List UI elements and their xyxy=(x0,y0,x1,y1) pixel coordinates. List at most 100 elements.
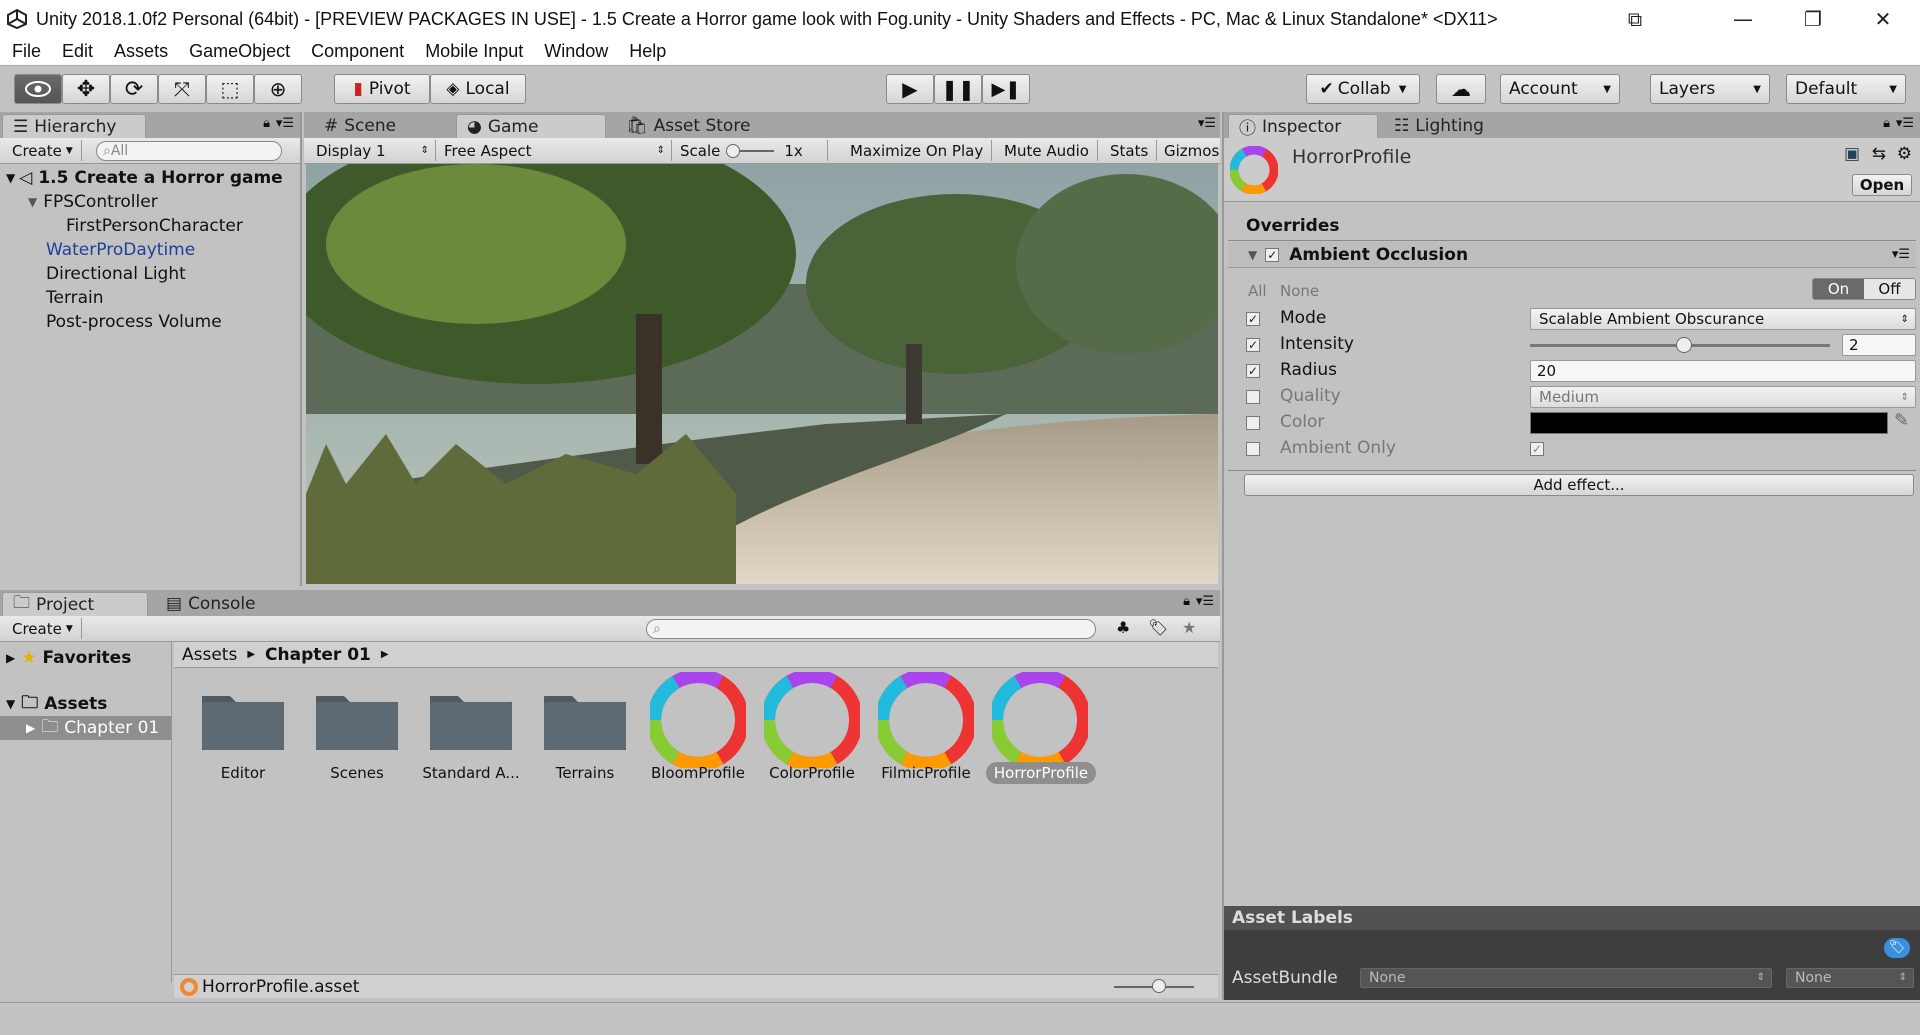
postprocess-profile-icon[interactable] xyxy=(764,672,860,768)
panel-menu-icon[interactable]: ▾☰ xyxy=(276,116,294,131)
stats-toggle[interactable]: Stats xyxy=(1102,140,1158,161)
list-item[interactable]: WaterProDaytime xyxy=(0,238,300,262)
project-create-dropdown[interactable]: Create ▼ xyxy=(4,618,82,639)
assetbundle-dropdown[interactable]: None ⇕ xyxy=(1360,968,1772,988)
ambient-only-checkbox[interactable]: ✓ xyxy=(1530,442,1544,456)
expand-arrow-icon[interactable]: ▼ xyxy=(28,195,37,209)
tag-icon[interactable]: 🏷︎ xyxy=(1884,938,1910,958)
mode-override-checkbox[interactable]: ✓ xyxy=(1246,312,1260,326)
list-item[interactable]: ▼ FPSController xyxy=(0,190,300,214)
scale-slider[interactable]: Scale 1x xyxy=(672,140,828,161)
panel-menu-icon[interactable]: ▾☰ xyxy=(1198,116,1216,131)
expand-arrow-icon[interactable]: ▼ xyxy=(1248,248,1257,262)
maximize-on-play-toggle[interactable]: Maximize On Play xyxy=(842,140,993,161)
effect-header[interactable]: ▼ ✓ Ambient Occlusion ▾☰ xyxy=(1228,242,1916,268)
folder-icon[interactable] xyxy=(542,688,628,752)
tab-scene[interactable]: # Scene xyxy=(314,114,406,138)
pivot-toggle[interactable]: ▮ Pivot xyxy=(334,74,430,104)
script-book-icon[interactable]: ▣ xyxy=(1844,144,1860,164)
expand-arrow-icon[interactable]: ▶ xyxy=(6,651,15,665)
view-tool-button[interactable] xyxy=(14,74,62,104)
lock-icon[interactable]: 🔒︎ xyxy=(1883,116,1890,131)
list-item[interactable]: Terrain xyxy=(0,286,300,310)
gizmos-dropdown[interactable]: Gizmos xyxy=(1156,140,1227,161)
menu-component[interactable]: Component xyxy=(311,41,404,62)
variant-dropdown[interactable]: None ⇕ xyxy=(1786,968,1914,988)
folder-icon[interactable] xyxy=(428,688,514,752)
transform-tool-button[interactable]: ⊕ xyxy=(254,74,302,104)
hierarchy-create-dropdown[interactable]: Create ▼ xyxy=(4,140,82,161)
menu-assets[interactable]: Assets xyxy=(114,41,168,62)
minimize-button[interactable]: — xyxy=(1708,0,1778,38)
quality-override-checkbox[interactable] xyxy=(1246,390,1260,404)
list-item[interactable]: FirstPersonCharacter xyxy=(0,214,300,238)
slider-track[interactable] xyxy=(726,143,775,158)
tab-project[interactable]: 🗀 Project xyxy=(2,592,148,616)
favorites-row[interactable]: ▶ ★ Favorites xyxy=(0,646,171,670)
none-button[interactable]: None xyxy=(1280,282,1319,300)
game-view-render[interactable] xyxy=(306,164,1218,584)
expand-arrow-icon[interactable]: ▼ xyxy=(6,171,15,185)
open-button[interactable]: Open xyxy=(1852,174,1912,196)
intensity-slider-thumb[interactable] xyxy=(1676,337,1692,353)
panel-menu-icon[interactable]: ▾☰ xyxy=(1196,594,1214,609)
lock-icon[interactable]: 🔒︎ xyxy=(263,116,270,131)
expand-arrow-icon[interactable]: ▶ xyxy=(26,721,35,735)
rect-tool-button[interactable]: ⬚ xyxy=(206,74,254,104)
menu-gameobject[interactable]: GameObject xyxy=(189,41,290,62)
mode-dropdown[interactable]: Scalable Ambient Obscurance ⇕ xyxy=(1530,308,1916,330)
list-item[interactable]: Post-process Volume xyxy=(0,310,300,334)
account-dropdown[interactable]: Account ▼ xyxy=(1500,74,1620,104)
rotate-tool-button[interactable]: ⟳ xyxy=(110,74,158,104)
collab-dropdown[interactable]: ✔ Collab ▼ xyxy=(1306,74,1420,104)
cloud-button[interactable]: ☁ xyxy=(1436,74,1486,104)
filter-type-icon[interactable]: ♣ xyxy=(1116,618,1130,637)
maximize-button[interactable]: ❐ xyxy=(1778,0,1848,38)
assets-row[interactable]: ▼ 🗀 Assets xyxy=(0,692,171,716)
mute-audio-toggle[interactable]: Mute Audio xyxy=(996,140,1098,161)
effect-menu-icon[interactable]: ▾☰ xyxy=(1892,247,1910,262)
tablet-mode-icon[interactable]: ⧉ xyxy=(1600,0,1670,38)
postprocess-profile-icon[interactable] xyxy=(650,672,746,768)
close-button[interactable]: ✕ xyxy=(1848,0,1918,38)
menu-window[interactable]: Window xyxy=(544,41,608,62)
lock-icon[interactable]: 🔒︎ xyxy=(1183,594,1190,609)
menu-help[interactable]: Help xyxy=(629,41,666,62)
all-button[interactable]: All xyxy=(1248,282,1267,300)
gear-icon[interactable]: ⚙ xyxy=(1897,144,1912,164)
play-button[interactable]: ▶ xyxy=(886,74,934,104)
panel-menu-icon[interactable]: ▾☰ xyxy=(1896,116,1914,131)
tab-hierarchy[interactable]: ☰ Hierarchy xyxy=(2,114,146,138)
chapter-row-selected[interactable]: ▶ 🗀 Chapter 01 xyxy=(0,716,171,740)
expand-arrow-icon[interactable]: ▼ xyxy=(6,697,15,711)
layout-dropdown[interactable]: Default ▼ xyxy=(1786,74,1906,104)
intensity-input[interactable]: 2 xyxy=(1842,334,1916,356)
menu-edit[interactable]: Edit xyxy=(62,41,93,62)
tab-asset-store[interactable]: 🛍︎ Asset Store xyxy=(616,114,760,138)
display-dropdown[interactable]: Display 1 ⇕ xyxy=(308,140,436,161)
breadcrumb-assets[interactable]: Assets xyxy=(182,645,237,665)
list-item[interactable]: Directional Light xyxy=(0,262,300,286)
tab-console[interactable]: ▤ Console xyxy=(156,592,266,616)
radius-input[interactable]: 20 xyxy=(1530,360,1916,382)
tab-inspector[interactable]: ⓘ Inspector xyxy=(1228,114,1378,139)
preset-icon[interactable]: ⇆ xyxy=(1872,144,1886,164)
layers-dropdown[interactable]: Layers ▼ xyxy=(1650,74,1770,104)
menu-file[interactable]: File xyxy=(12,41,41,62)
slider-thumb[interactable] xyxy=(726,143,741,158)
color-override-checkbox[interactable] xyxy=(1246,416,1260,430)
step-button[interactable]: ▶❚ xyxy=(982,74,1030,104)
tab-game[interactable]: ◕ Game xyxy=(456,114,606,138)
effect-enable-checkbox[interactable]: ✓ xyxy=(1265,247,1280,262)
scale-tool-button[interactable]: ⤧ xyxy=(158,74,206,104)
add-effect-button[interactable]: Add effect... xyxy=(1244,474,1914,496)
zoom-slider-thumb[interactable] xyxy=(1152,979,1166,993)
ambient-only-override-checkbox[interactable] xyxy=(1246,442,1260,456)
breadcrumb-chapter[interactable]: Chapter 01 xyxy=(265,645,371,665)
filter-label-icon[interactable]: 🏷︎ xyxy=(1148,618,1168,637)
tab-lighting[interactable]: ☷ Lighting xyxy=(1384,114,1494,138)
move-tool-button[interactable]: ✥ xyxy=(62,74,110,104)
folder-icon[interactable] xyxy=(314,688,400,752)
color-swatch[interactable] xyxy=(1530,412,1888,434)
off-button[interactable]: Off xyxy=(1864,279,1915,299)
